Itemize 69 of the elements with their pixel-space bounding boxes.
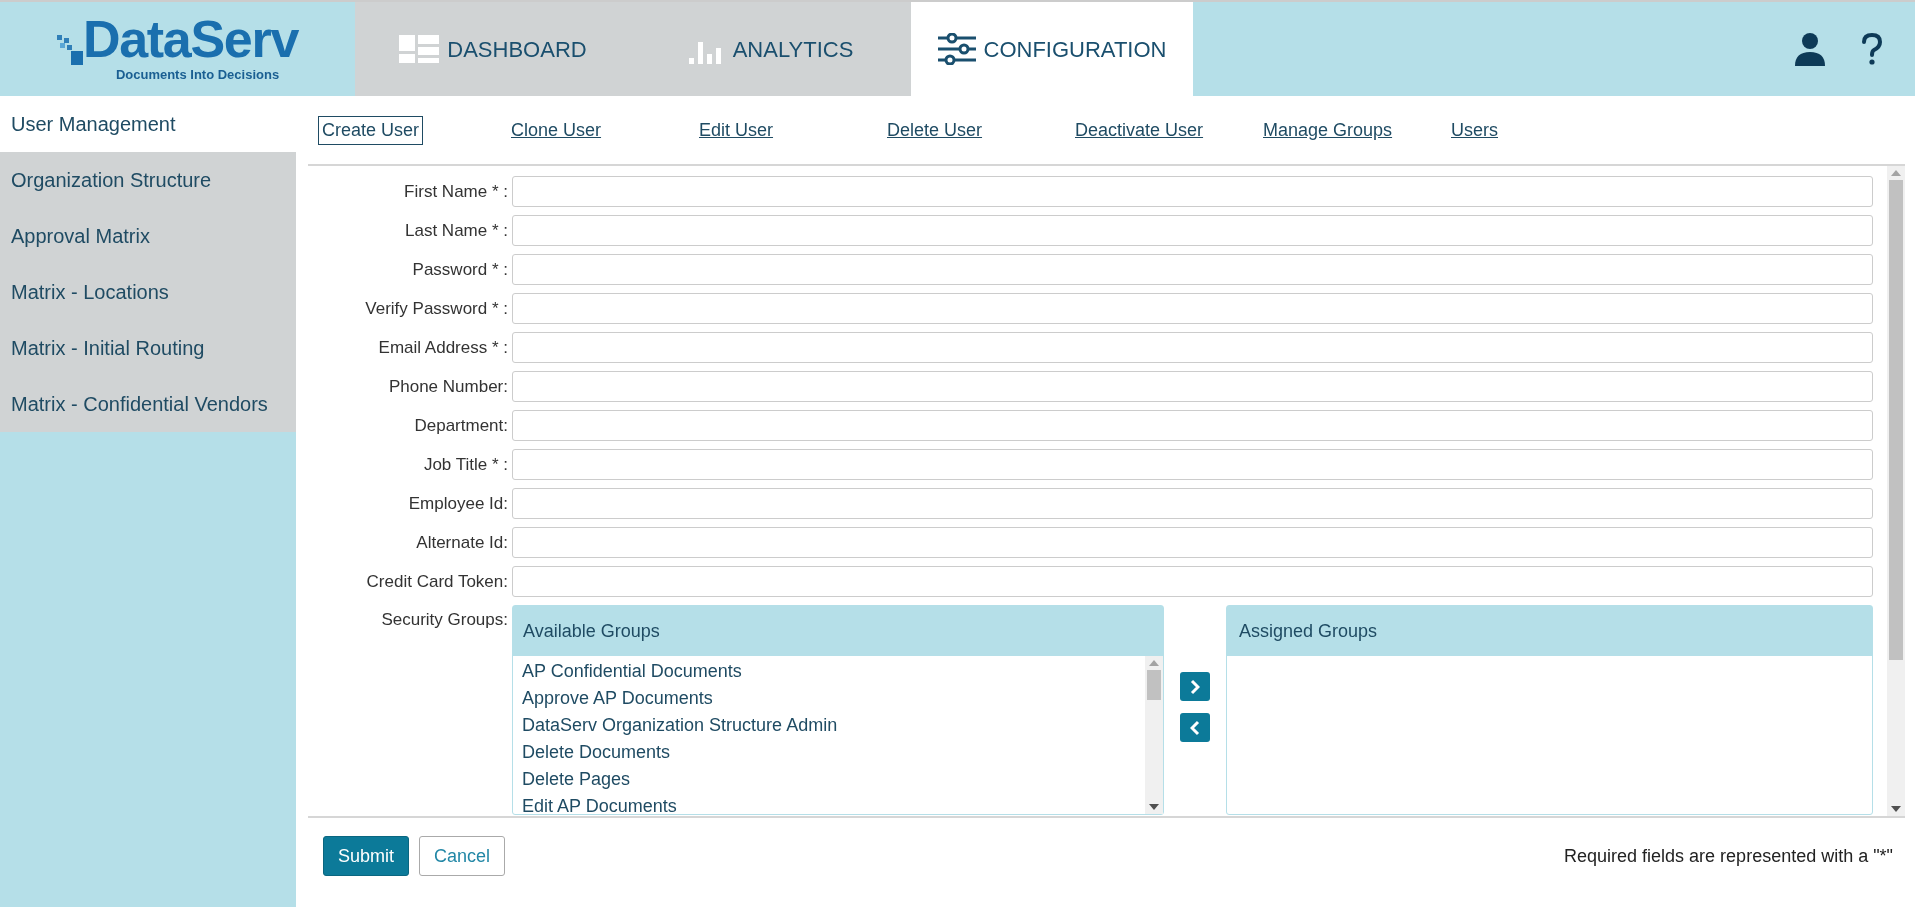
text-input-field[interactable] <box>512 176 1873 207</box>
required-fields-note: Required fields are represented with a "*" <box>1564 844 1893 868</box>
field-label: Alternate Id: <box>415 531 509 554</box>
cancel-button[interactable]: Cancel <box>419 836 506 876</box>
sidebar-item[interactable]: Matrix - Initial Routing <box>0 320 296 376</box>
nav-tab[interactable]: CONFIGURATION <box>911 2 1193 96</box>
move-left-button[interactable] <box>1180 713 1210 742</box>
text-input-field[interactable] <box>512 293 1873 324</box>
action-link[interactable]: Manage Groups <box>1258 115 1398 145</box>
field-label: First Name * : <box>403 180 509 203</box>
action-link[interactable]: Delete User <box>882 115 988 145</box>
text-input-field[interactable] <box>512 254 1873 285</box>
text-input-field[interactable] <box>512 527 1873 558</box>
scroll-thumb[interactable] <box>1147 670 1161 700</box>
group-list-item[interactable]: Edit AP Documents <box>522 793 1145 820</box>
sidebar-item[interactable]: Approval Matrix <box>0 208 296 264</box>
scrollbar[interactable] <box>1145 656 1163 814</box>
field-label: Last Name * : <box>404 219 509 242</box>
chevron-right-icon <box>1190 678 1200 695</box>
logo-wordmark: DataServ <box>82 13 299 66</box>
action-link[interactable]: Clone User <box>506 115 607 145</box>
field-label: Email Address * : <box>377 336 509 359</box>
text-input-field[interactable] <box>512 488 1873 519</box>
sidebar-item[interactable]: User Management <box>0 96 296 152</box>
sliders-icon <box>937 33 976 65</box>
action-link[interactable]: Users <box>1446 115 1503 145</box>
field-label: Password * : <box>411 258 509 281</box>
field-label: Employee Id: <box>407 492 509 515</box>
group-list-item[interactable]: DataServ Organization Structure Admin <box>522 712 1145 739</box>
scroll-thumb[interactable] <box>1889 180 1903 660</box>
dashboard-grid-icon <box>399 35 440 63</box>
group-list-item[interactable]: AP Confidential Documents <box>522 658 1145 685</box>
scroll-up-arrow-icon[interactable] <box>1891 170 1901 176</box>
field-label: Job Title * : <box>422 453 509 476</box>
field-label: Credit Card Token: <box>365 570 509 593</box>
nav-tab[interactable]: ANALYTICS <box>631 2 911 96</box>
text-input-field[interactable] <box>512 215 1873 246</box>
sidebar-item[interactable]: Matrix - Locations <box>0 264 296 320</box>
user-icon[interactable] <box>1795 32 1825 66</box>
text-input-field[interactable] <box>512 566 1873 597</box>
sidebar-item[interactable]: Matrix - Confidential Vendors <box>0 376 296 432</box>
group-list-item[interactable]: Delete Pages <box>522 766 1145 793</box>
text-input-field[interactable] <box>512 449 1873 480</box>
field-label: Department: <box>413 414 509 437</box>
text-input-field[interactable] <box>512 332 1873 363</box>
submit-button[interactable]: Submit <box>323 836 410 876</box>
group-list-item[interactable]: Approve AP Documents <box>522 685 1145 712</box>
field-label: Security Groups: <box>380 609 509 631</box>
field-label: Phone Number: <box>387 375 509 398</box>
move-right-button[interactable] <box>1180 672 1210 701</box>
panel-header: Assigned Groups <box>1227 606 1872 656</box>
text-input-field[interactable] <box>512 410 1873 441</box>
action-link[interactable]: Edit User <box>694 115 779 145</box>
panel-header: Available Groups <box>513 606 1163 656</box>
text-input-field[interactable] <box>512 371 1873 402</box>
logo-mark-icon <box>56 35 83 66</box>
help-icon[interactable] <box>1861 32 1883 66</box>
action-link[interactable]: Create User <box>318 115 424 145</box>
scrollbar[interactable] <box>1887 166 1905 816</box>
nav-tab[interactable]: DASHBOARD <box>355 2 631 96</box>
group-list-item[interactable]: Delete Documents <box>522 739 1145 766</box>
field-label: Verify Password * : <box>364 297 509 320</box>
sidebar-item[interactable]: Organization Structure <box>0 152 296 208</box>
logo-tagline: Documents Into Decisions <box>115 66 280 85</box>
scroll-down-arrow-icon[interactable] <box>1891 806 1901 812</box>
scroll-down-arrow-icon[interactable] <box>1149 804 1159 810</box>
action-link[interactable]: Deactivate User <box>1070 115 1209 145</box>
scroll-up-arrow-icon[interactable] <box>1149 660 1159 666</box>
chevron-left-icon <box>1190 719 1200 736</box>
